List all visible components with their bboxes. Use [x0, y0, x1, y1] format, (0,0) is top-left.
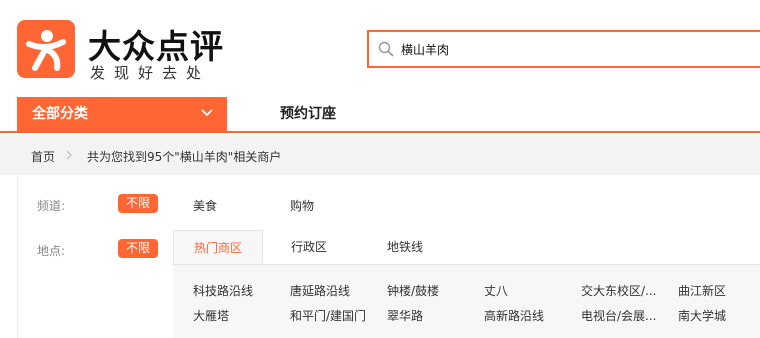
search-box[interactable]: [367, 30, 760, 68]
brand-slogan: 发现好去处: [90, 64, 211, 82]
tab-districts[interactable]: 行政区: [291, 230, 327, 264]
channel-option-shopping[interactable]: 购物: [290, 197, 314, 214]
channel-label: 频道:: [37, 199, 66, 213]
channel-option-food[interactable]: 美食: [193, 197, 217, 214]
area-item[interactable]: 唐延路沿线: [290, 282, 350, 299]
chevron-down-icon: [201, 109, 213, 117]
main-nav: 全部分类 预约订座: [0, 97, 760, 133]
tab-subway-lines[interactable]: 地铁线: [387, 230, 423, 264]
dianping-logo[interactable]: [17, 20, 75, 78]
area-item[interactable]: 丈八: [484, 282, 508, 299]
logo-person-icon: [26, 30, 66, 71]
filter-panel: 频道: 不限 美食 购物 地点: 不限 热门商区 行政区 地铁线 科技路沿线 唐…: [17, 175, 760, 338]
channel-unlimited-tag[interactable]: 不限: [118, 194, 158, 213]
location-label: 地点:: [37, 244, 66, 258]
header: 大众点评 发现好去处: [0, 0, 760, 97]
area-item[interactable]: 南大学城: [678, 307, 726, 324]
area-item[interactable]: 曲江新区: [678, 282, 726, 299]
area-item[interactable]: 科技路沿线: [193, 282, 253, 299]
location-unlimited-tag[interactable]: 不限: [118, 239, 158, 258]
nav-reserve-link[interactable]: 预约订座: [280, 97, 336, 131]
area-item[interactable]: 大雁塔: [193, 307, 229, 324]
area-item[interactable]: 钟楼/鼓楼: [387, 282, 439, 299]
search-icon[interactable]: [378, 41, 394, 57]
all-categories-menu[interactable]: 全部分类: [17, 97, 227, 131]
area-item[interactable]: 交大东校区/...: [581, 282, 657, 299]
search-result-count: 共为您找到95个"横山羊肉"相关商户: [87, 150, 282, 164]
business-area-list: 科技路沿线 唐延路沿线 钟楼/鼓楼 丈八 交大东校区/... 曲江新区 大雁塔 …: [173, 264, 760, 338]
area-item[interactable]: 翠华路: [387, 307, 423, 324]
brand-name: 大众点评: [88, 27, 224, 66]
chevron-right-icon: [66, 150, 72, 160]
search-input[interactable]: [401, 38, 751, 60]
area-item[interactable]: 和平门/建国门: [290, 307, 366, 324]
breadcrumb-home-link[interactable]: 首页: [31, 148, 55, 165]
all-categories-label: 全部分类: [32, 106, 88, 122]
breadcrumb: 首页 共为您找到95个"横山羊肉"相关商户: [0, 135, 760, 175]
area-item[interactable]: 电视台/会展...: [581, 307, 657, 324]
area-item[interactable]: 高新路沿线: [484, 307, 544, 324]
tab-hot-business-areas[interactable]: 热门商区: [173, 230, 263, 264]
